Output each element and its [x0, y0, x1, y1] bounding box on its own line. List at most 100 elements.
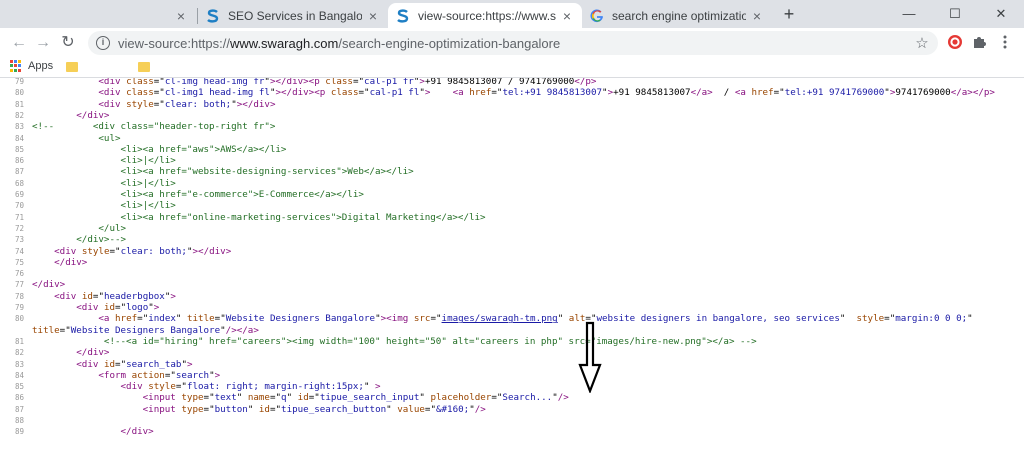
source-code: <li><a href="e-commerce">E-Commerce</a><… [32, 189, 364, 200]
source-line: 88 [0, 415, 1024, 426]
source-code: <input type="text" name="q" id="tipue_se… [142, 392, 569, 404]
close-tab-icon[interactable]: × [750, 8, 764, 24]
google-favicon [590, 8, 604, 23]
source-line: 75 </div> [0, 257, 1024, 268]
bookmark-folder-icon[interactable] [138, 62, 150, 72]
source-code: </ul> [32, 222, 127, 234]
extensions-puzzle-icon[interactable] [970, 34, 988, 52]
source-line: 74 <div style="clear: both;"></div> [0, 246, 1024, 257]
line-number: 72 [14, 223, 24, 233]
source-code: </div>--> [32, 234, 127, 246]
line-number: 68 [14, 178, 24, 188]
source-code: <li><a href="aws">AWS</a></li> [32, 143, 287, 155]
line-number: 82 [14, 110, 24, 120]
line-number: 81 [14, 99, 24, 109]
line-number: 85 [14, 382, 24, 392]
source-code: title="Website Designers Bangalore"/></a… [32, 324, 259, 336]
line-number: 85 [14, 144, 24, 154]
source-line: 87 <li><a href="website-designing-servic… [0, 166, 1024, 177]
down-arrow-annotation [578, 321, 602, 393]
line-number: 87 [14, 404, 24, 414]
source-line: title="Website Designers Bangalore"/></a… [0, 325, 1024, 336]
source-code: </div> [54, 256, 88, 268]
source-line: 82 </div> [0, 110, 1024, 121]
source-code: <li><a href="online-marketing-services">… [32, 211, 486, 223]
url-text[interactable]: view-source:https://www.swaragh.com/sear… [118, 36, 912, 51]
line-number: 87 [14, 167, 24, 177]
source-line: 72 </ul> [0, 223, 1024, 234]
maximize-button[interactable]: ☐ [932, 0, 978, 28]
new-tab-button[interactable]: + [779, 4, 799, 24]
source-line: 76 [0, 268, 1024, 279]
page-source-view[interactable]: 79 <div class="cl-img head-img fr"></div… [0, 78, 1024, 457]
tab-3-active[interactable]: view-source:https://www.swaragh × [388, 3, 582, 28]
source-code: <div style="clear: both;"></div> [54, 245, 232, 257]
source-line: 73 </div>--> [0, 234, 1024, 245]
bookmark-star-icon[interactable]: ☆ [912, 34, 932, 52]
source-code: </div> [76, 109, 110, 121]
info-icon[interactable]: i [96, 36, 110, 50]
tab-title: view-source:https://www.swaragh [418, 8, 556, 23]
line-number: 79 [14, 303, 24, 312]
url-host: www.swaragh.com [230, 35, 339, 51]
source-code: <div id="search_tab"> [76, 358, 193, 370]
reload-button[interactable]: ↻ [58, 33, 78, 53]
source-line: 81 <div style="clear: both;"></div> [0, 99, 1024, 110]
source-code: <div style="clear: both;"></div> [98, 98, 276, 110]
source-line: 85 <div style="float: right; margin-righ… [0, 381, 1024, 392]
source-code: <form action="search"> [98, 369, 221, 381]
source-code: </div> [76, 347, 110, 359]
line-number: 80 [14, 88, 24, 98]
close-window-button[interactable]: ✕ [978, 0, 1024, 28]
source-code: <div id="headerbgbox"> [54, 290, 176, 302]
tab-title: search engine optimization bang [612, 8, 746, 23]
back-button[interactable]: ← [9, 33, 29, 53]
line-number: 70 [14, 201, 24, 211]
apps-label: Apps [28, 60, 54, 72]
source-line: 81 <!--<a id="hiring" href="careers"><im… [0, 336, 1024, 347]
source-code: <input type="button" id="tipue_search_bu… [142, 403, 486, 415]
forward-button[interactable]: → [33, 33, 53, 53]
source-line: 87 <input type="button" id="tipue_search… [0, 404, 1024, 415]
source-line: 68 <li>|</li> [0, 178, 1024, 189]
line-number: 83 [14, 359, 24, 369]
swaragh-favicon [396, 8, 410, 23]
line-number: 79 [14, 78, 24, 86]
close-tab-icon[interactable]: × [366, 8, 380, 24]
tab-2[interactable]: SEO Services in Bangalore | Search × [198, 3, 388, 28]
close-tab-icon[interactable]: × [560, 8, 574, 24]
source-code: <div class="cl-img head-img fr"></div><p… [98, 78, 597, 87]
source-code: <!--<a id="hiring" href="careers"><img w… [103, 335, 757, 347]
source-line: 83 <div id="search_tab"> [0, 359, 1024, 370]
apps-grid-icon [10, 60, 22, 72]
minimize-button[interactable]: — [886, 0, 932, 28]
source-line: 77 </div> [0, 279, 1024, 290]
line-number: 80 [14, 314, 24, 324]
source-line: 83 <!-- <div class="header-top-right fr"> [0, 121, 1024, 132]
line-number: 75 [14, 257, 24, 267]
extension-red-icon[interactable] [946, 34, 964, 52]
source-line: 85 <li><a href="aws">AWS</a></li> [0, 144, 1024, 155]
line-number: 77 [14, 280, 24, 290]
close-tab-icon[interactable]: × [174, 8, 188, 24]
url-path: /search-engine-optimization-bangalore [338, 35, 561, 51]
apps-shortcut[interactable]: Apps [10, 60, 53, 72]
tab-1[interactable]: × [0, 3, 196, 28]
line-number: 74 [14, 246, 24, 256]
source-code: <div style="float: right; margin-right:1… [120, 381, 381, 393]
source-code: </div> [120, 426, 154, 438]
line-number: 84 [14, 370, 24, 380]
line-number: 69 [14, 190, 24, 199]
address-bar[interactable]: i view-source:https://www.swaragh.com/se… [88, 31, 938, 55]
source-code: <ul> [32, 132, 121, 144]
tab-4[interactable]: search engine optimization bang × [582, 3, 772, 28]
line-number: 82 [14, 348, 24, 358]
source-line: 80 <a href="index" title="Website Design… [0, 313, 1024, 324]
source-line: 79 <div class="cl-img head-img fr"></div… [0, 78, 1024, 87]
source-line: 70 <li>|</li> [0, 200, 1024, 211]
bookmark-folder-icon[interactable] [66, 62, 78, 72]
source-code: <div id="logo"> [76, 302, 160, 313]
line-number: 81 [14, 336, 24, 346]
source-code: <li>|</li> [32, 155, 176, 167]
menu-kebab-icon[interactable] [996, 34, 1014, 52]
